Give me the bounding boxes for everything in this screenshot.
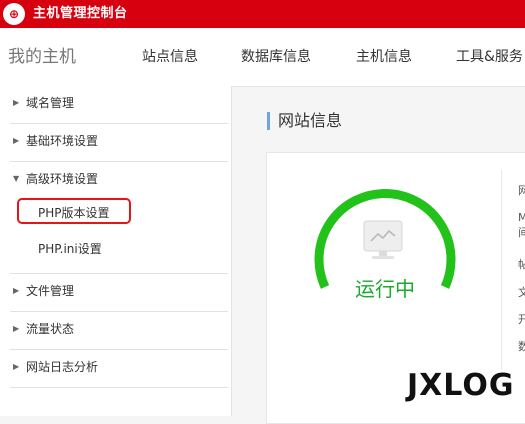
sidebar-item-label: 高级环境设置 [26, 172, 99, 186]
chevron-right-icon: ▶ [13, 98, 20, 107]
sidebar-item-log-analysis[interactable]: ▶ 网站日志分析 [0, 348, 228, 386]
nav-database-info[interactable]: 数据库信息 [241, 28, 311, 86]
watermark-text: JXLOG [407, 368, 515, 403]
divider [10, 387, 228, 388]
chevron-right-icon: ▶ [13, 362, 20, 371]
sidebar-item-advanced-env[interactable]: ▼ 高级环境设置 [0, 160, 228, 198]
sidebar-item-label: 域名管理 [26, 96, 75, 110]
sidebar-item-label: 文件管理 [26, 284, 75, 298]
sidebar-item-label: 网站日志分析 [26, 360, 99, 374]
sidebar-item-file-manage[interactable]: ▶ 文件管理 [0, 272, 228, 310]
chevron-right-icon: ▶ [13, 136, 20, 145]
title-accent [267, 112, 270, 130]
info-label-fragment: M [518, 211, 525, 224]
highlight-box [17, 198, 131, 224]
nav-tools-services[interactable]: 工具&服务 [456, 28, 523, 86]
info-label-fragment: 数 [518, 340, 525, 353]
monitor-icon [363, 220, 403, 259]
sidebar-item-label: 基础环境设置 [26, 134, 99, 148]
info-label-fragment: 开 [518, 313, 525, 326]
sidebar-subitem-php-ini[interactable]: PHP.ini设置 [0, 234, 228, 264]
main-nav: 我的主机 站点信息 数据库信息 主机信息 工具&服务 [0, 28, 525, 87]
chevron-right-icon: ▶ [13, 286, 20, 295]
info-label-fragment: 文 [518, 286, 525, 299]
info-label-fragment: 帖 [518, 258, 525, 271]
info-label-fragment: 网 [518, 184, 525, 197]
nav-host-info[interactable]: 主机信息 [356, 28, 412, 86]
sidebar-subitem-label: PHP.ini设置 [38, 242, 102, 256]
page-title: 网站信息 [278, 111, 343, 130]
sidebar-item-basic-env[interactable]: ▶ 基础环境设置 [0, 122, 228, 160]
console-title: 主机管理控制台 [33, 6, 128, 21]
sidebar-item-domain[interactable]: ▶ 域名管理 [0, 84, 228, 122]
brand-logo-icon[interactable]: ⊕ [3, 3, 25, 25]
nav-site-info[interactable]: 站点信息 [142, 28, 198, 86]
info-label-fragment: 间 [518, 226, 525, 239]
sidebar-item-label: 流量状态 [26, 322, 75, 336]
sidebar-item-traffic[interactable]: ▶ 流量状态 [0, 310, 228, 348]
chevron-right-icon: ▶ [13, 324, 20, 333]
my-host-title[interactable]: 我的主机 [8, 28, 76, 86]
card-divider [501, 170, 502, 370]
running-status-label: 运行中 [355, 277, 415, 301]
top-bar: ⊕ 主机管理控制台 [0, 0, 525, 28]
chevron-down-icon: ▼ [13, 174, 20, 183]
